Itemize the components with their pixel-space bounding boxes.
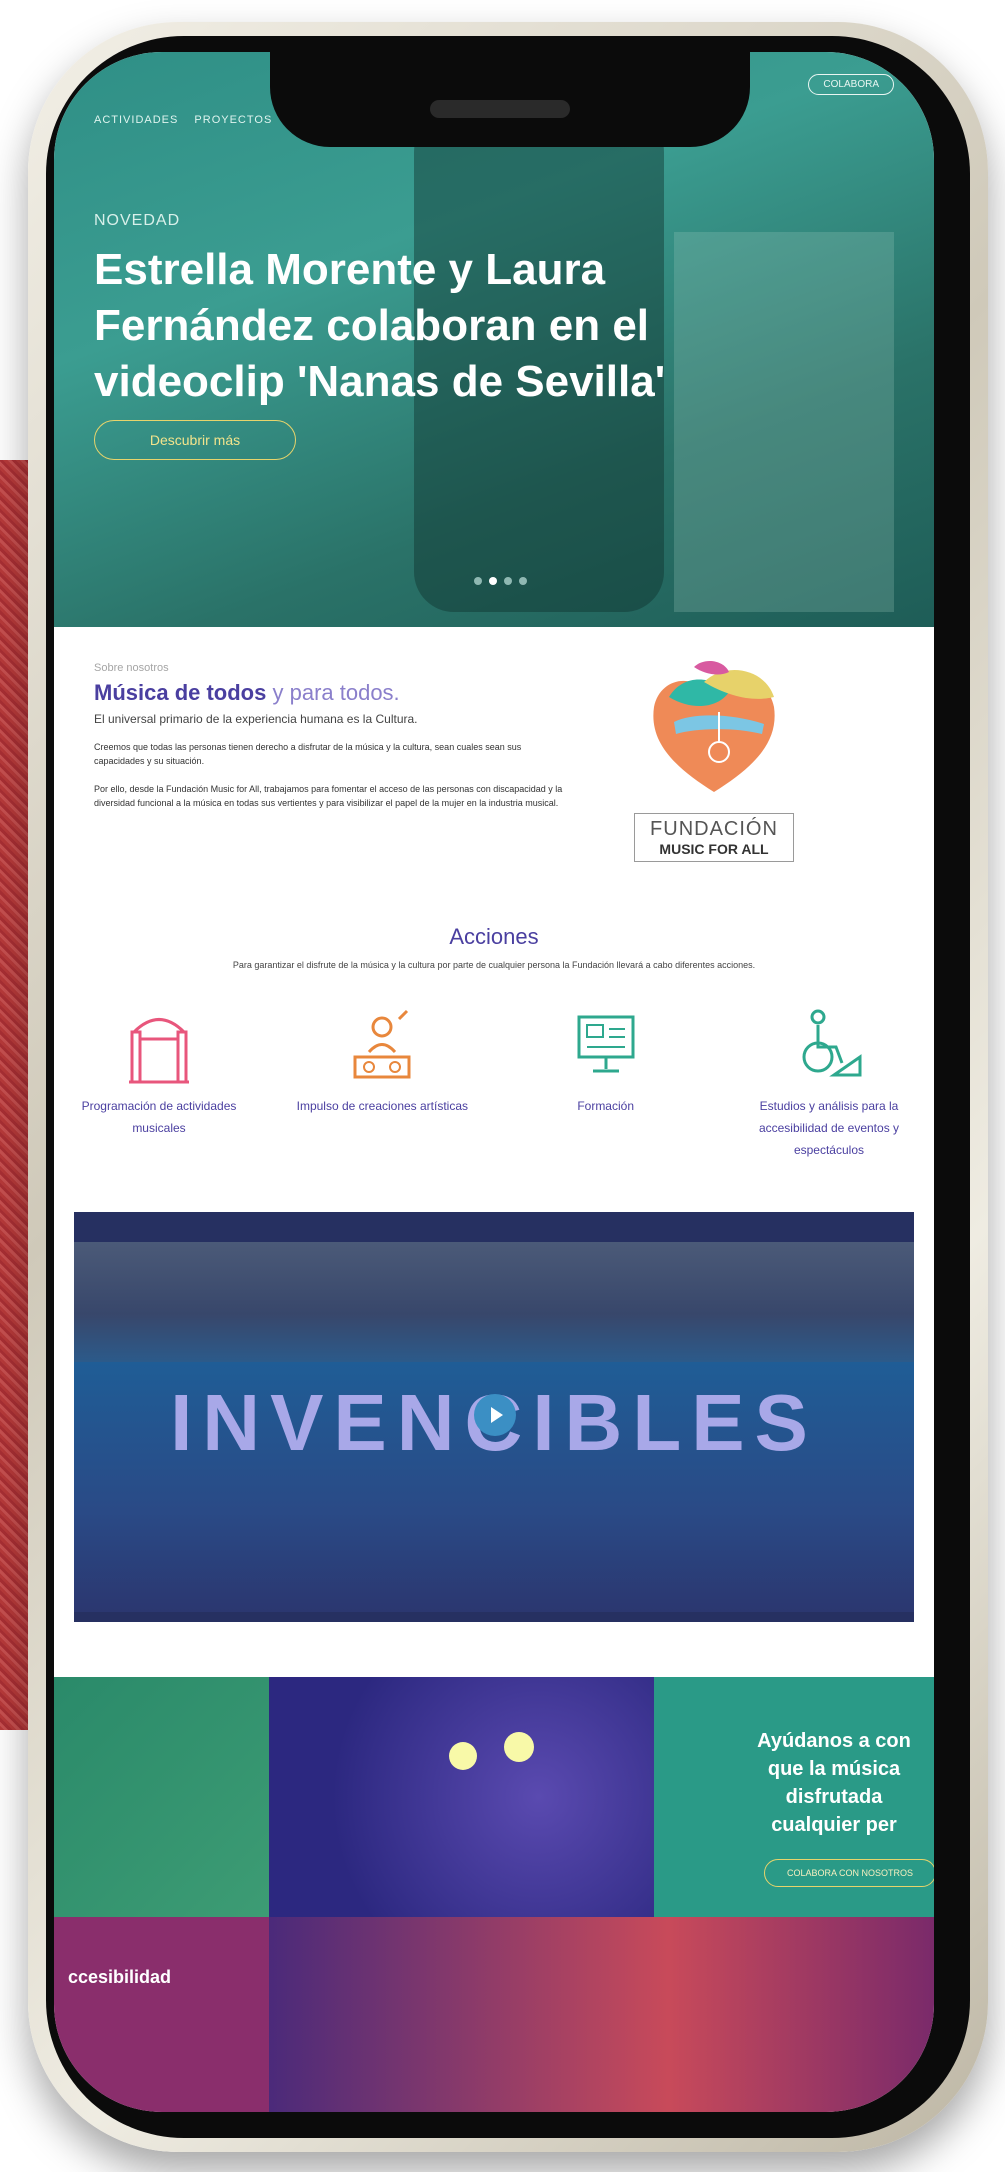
accesibilidad-tile[interactable]: ccesibilidad bbox=[54, 1917, 269, 2112]
intro-title-bold: Música de todos bbox=[94, 680, 267, 705]
accesibilidad-label: ccesibilidad bbox=[68, 1967, 172, 1987]
dj-icon bbox=[287, 997, 477, 1087]
slider-dot-active[interactable] bbox=[489, 577, 497, 585]
acciones-list: Programación de actividades musicales Im… bbox=[64, 997, 924, 1161]
intro-paragraph-2: Por ello, desde la Fundación Music for A… bbox=[94, 784, 563, 808]
intro-section: Sobre nosotros Música de todos y para to… bbox=[94, 662, 574, 810]
fundacion-logo: FUNDACIÓN MUSIC FOR ALL bbox=[634, 652, 794, 862]
logo-line-2: MUSIC FOR ALL bbox=[659, 841, 769, 857]
intro-title: Música de todos y para todos. bbox=[94, 680, 574, 706]
play-icon bbox=[491, 1407, 503, 1423]
accion-label: Estudios y análisis para la accesibilida… bbox=[758, 1099, 900, 1157]
top-nav: ACTIVIDADES PROYECTOS bbox=[94, 114, 284, 126]
stage-icon bbox=[64, 997, 254, 1087]
intro-subtitle: El universal primario de la experiencia … bbox=[94, 712, 418, 726]
descubrir-button[interactable]: Descubrir más bbox=[94, 420, 296, 460]
wheelchair-icon bbox=[734, 997, 924, 1087]
intro-paragraph-1: Creemos que todas las personas tienen de… bbox=[94, 742, 522, 766]
play-button[interactable] bbox=[474, 1394, 516, 1436]
accion-label: Formación bbox=[577, 1099, 634, 1113]
slider-dot[interactable] bbox=[474, 577, 482, 585]
accion-item[interactable]: Estudios y análisis para la accesibilida… bbox=[734, 997, 924, 1161]
photo-tile-1 bbox=[54, 1677, 269, 1917]
video-player[interactable]: INVENCIBLES bbox=[74, 1212, 914, 1622]
colabora-button[interactable]: COLABORA bbox=[808, 74, 894, 95]
cta-panel: Ayúdanos a con que la música disfrutada … bbox=[654, 1677, 934, 1917]
hero-headline: Estrella Morente y Laura Fernández colab… bbox=[94, 245, 666, 406]
video-landscape bbox=[74, 1242, 914, 1362]
hero-kicker: NOVEDAD bbox=[94, 212, 181, 229]
speaker-icon bbox=[430, 100, 570, 118]
photo-tile-3 bbox=[269, 1917, 934, 2112]
nav-item-actividades[interactable]: ACTIVIDADES bbox=[94, 114, 178, 126]
stage-light bbox=[504, 1732, 534, 1762]
accion-item[interactable]: Formación bbox=[511, 997, 701, 1161]
acciones-title: Acciones bbox=[449, 924, 539, 949]
stage-light bbox=[449, 1742, 477, 1770]
cta-text: Ayúdanos a con que la música disfrutada … bbox=[757, 1730, 911, 1836]
monitor-icon bbox=[511, 997, 701, 1087]
photo-tile-2 bbox=[269, 1677, 654, 1917]
logo-line-1: FUNDACIÓN bbox=[650, 818, 778, 840]
slider-dot[interactable] bbox=[504, 577, 512, 585]
accion-item[interactable]: Impulso de creaciones artísticas bbox=[287, 997, 477, 1161]
nav-item-proyectos[interactable]: PROYECTOS bbox=[194, 114, 272, 126]
acciones-subtitle: Para garantizar el disfrute de la música… bbox=[232, 960, 756, 970]
slider-dot[interactable] bbox=[519, 577, 527, 585]
slider-dots bbox=[474, 577, 527, 585]
heart-logo-icon bbox=[653, 660, 775, 792]
accion-label: Impulso de creaciones artísticas bbox=[296, 1099, 469, 1113]
intro-kicker: Sobre nosotros bbox=[94, 662, 169, 674]
accion-item[interactable]: Programación de actividades musicales bbox=[64, 997, 254, 1161]
logo-text-box: FUNDACIÓN MUSIC FOR ALL bbox=[634, 813, 794, 862]
accion-label: Programación de actividades musicales bbox=[81, 1099, 237, 1135]
intro-title-light: y para todos. bbox=[272, 680, 400, 705]
phone-screen: ACTIVIDADES PROYECTOS COLABORA NOVEDAD E… bbox=[54, 52, 934, 2112]
colabora-con-nosotros-button[interactable]: COLABORA CON NOSOTROS bbox=[764, 1859, 934, 1887]
